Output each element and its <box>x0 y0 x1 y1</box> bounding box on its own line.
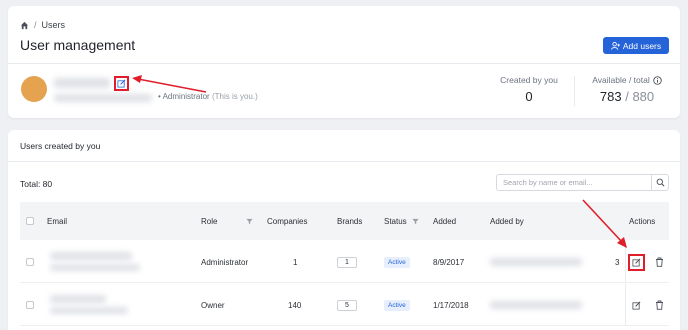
header-added-by[interactable]: Added by <box>490 202 524 240</box>
add-users-button[interactable]: Add users <box>603 37 669 54</box>
role-filter-icon[interactable] <box>246 202 253 240</box>
search-box <box>496 174 669 191</box>
page-title: User management <box>20 37 136 53</box>
edit-icon <box>632 301 641 310</box>
user-summary-card: / Users User management Add users • Admi… <box>8 6 680 118</box>
status-filter-icon[interactable] <box>412 202 419 240</box>
edit-user-button[interactable] <box>628 253 645 271</box>
divider <box>8 161 680 162</box>
header-status[interactable]: Status <box>384 202 407 240</box>
row-role: Administrator <box>201 257 249 267</box>
total-count: Total: 80 <box>20 179 53 189</box>
row-checkbox[interactable] <box>26 301 34 309</box>
row-email-blurred <box>50 295 106 303</box>
edit-icon <box>117 79 126 88</box>
table-row: Owner 140 5 Active 1/17/2018 <box>20 284 669 326</box>
row-added: 1/17/2018 <box>433 300 469 310</box>
row-added: 8/9/2017 <box>433 257 465 267</box>
search-button[interactable] <box>651 175 668 190</box>
avatar <box>21 76 47 102</box>
actions-column-divider <box>625 284 626 325</box>
stat-divider <box>574 76 575 106</box>
delete-user-button[interactable] <box>655 241 664 283</box>
row-added-by-blurred <box>490 301 582 309</box>
row-role: Owner <box>201 300 225 310</box>
users-table-card: Users created by you Total: 80 Email Rol… <box>8 130 680 330</box>
add-users-label: Add users <box>622 40 662 51</box>
user-name-blurred <box>54 78 110 88</box>
add-user-icon <box>610 41 620 50</box>
row-email-blurred <box>50 252 132 260</box>
divider <box>8 63 680 64</box>
info-icon[interactable] <box>653 75 662 85</box>
header-role[interactable]: Role <box>201 202 217 240</box>
table-row: Administrator 1 1 Active 8/9/2017 3 <box>20 241 669 283</box>
header-brands[interactable]: Brands <box>337 202 362 240</box>
trash-icon <box>655 257 664 267</box>
row-name-blurred <box>50 264 140 271</box>
delete-user-button[interactable] <box>655 284 664 326</box>
row-companies: 140 <box>288 300 302 310</box>
row-name-blurred <box>50 307 128 314</box>
status-badge: Active <box>384 299 410 311</box>
status-badge: Active <box>384 256 410 268</box>
available-separator: / <box>625 89 629 104</box>
row-brands[interactable]: 1 <box>337 256 357 268</box>
breadcrumb-current: Users <box>41 20 66 30</box>
row-companies: 1 <box>293 257 298 267</box>
profile-role: Administrator <box>162 92 210 101</box>
available-label: Available / total <box>592 75 650 85</box>
edit-profile-button[interactable] <box>114 76 129 91</box>
created-value: 0 <box>525 89 533 104</box>
header-added[interactable]: Added <box>433 202 456 240</box>
header-email[interactable]: Email <box>47 202 67 240</box>
breadcrumb: / Users <box>20 20 65 30</box>
header-companies[interactable]: Companies <box>267 202 307 240</box>
select-all-checkbox[interactable] <box>26 217 34 225</box>
table-header: Email Role Companies Brands Status Added… <box>20 202 669 240</box>
edit-user-button[interactable] <box>632 284 641 326</box>
edit-icon <box>632 258 641 267</box>
created-label: Created by you <box>500 75 558 85</box>
total-value: 880 <box>632 89 655 104</box>
trash-icon <box>655 300 664 310</box>
available-total-stat: Available / total 783 / 880 <box>586 75 668 104</box>
breadcrumb-separator: / <box>34 20 37 30</box>
profile-role-line: • Administrator (This is you.) <box>158 92 258 101</box>
search-input[interactable] <box>497 175 651 190</box>
profile-note: (This is you.) <box>211 92 258 101</box>
created-by-you-stat: Created by you 0 <box>496 75 562 104</box>
available-value: 783 <box>599 89 622 104</box>
annotation-arrow <box>582 199 627 248</box>
section-title: Users created by you <box>20 141 101 151</box>
row-added-by-blurred <box>490 258 582 266</box>
row-checkbox[interactable] <box>26 258 34 266</box>
home-icon[interactable] <box>20 21 29 30</box>
header-actions: Actions <box>629 216 656 226</box>
row-brands[interactable]: 5 <box>337 299 357 311</box>
search-icon <box>656 178 665 187</box>
